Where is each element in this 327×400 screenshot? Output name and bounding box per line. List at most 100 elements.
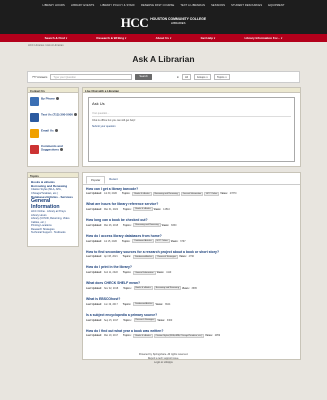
faq-item: How do I access library databases from h… bbox=[83, 232, 300, 248]
contact-label-text: Text Us (713) 300-5000 bbox=[41, 112, 73, 117]
topic-tag[interactable]: Citation Styles (MLA, APA, Chicago/Turab… bbox=[153, 333, 205, 338]
last-updated-date: Jun 19, 2017 bbox=[103, 302, 118, 306]
nav-item[interactable]: Search & Find▾ bbox=[45, 36, 67, 40]
views-count: 27870 bbox=[229, 192, 237, 196]
top-link[interactable]: EQUIPMENT bbox=[268, 4, 284, 7]
top-link[interactable]: LIBRARY POLICY & STAFF bbox=[100, 4, 135, 7]
chevron-down-icon: ▾ bbox=[281, 37, 283, 40]
last-updated-date: Apr 08, 2021 bbox=[103, 255, 118, 259]
faq-question-link[interactable]: How do I find out what year a book was w… bbox=[86, 329, 297, 333]
brand-subname: LIBRARIES bbox=[170, 21, 186, 26]
views-count: 4110 bbox=[166, 271, 172, 275]
topic-tag[interactable]: HCC Online bbox=[204, 191, 220, 196]
top-link[interactable]: STUDENT RESOURCES bbox=[231, 4, 262, 7]
last-updated-date: Jul 30, 2020 bbox=[103, 192, 117, 196]
topic-link[interactable]: General Information bbox=[31, 198, 75, 210]
nav-item[interactable]: Get Help▾ bbox=[201, 36, 216, 40]
topic-tag[interactable]: Borrowing and Renewing bbox=[133, 223, 161, 228]
chevron-down-icon: ▾ bbox=[65, 37, 68, 40]
topic-tag[interactable]: Research Strategies bbox=[155, 254, 179, 259]
views-label: Views: bbox=[155, 302, 163, 306]
info-icon[interactable] bbox=[55, 97, 59, 100]
tab-recent[interactable]: Recent bbox=[105, 176, 122, 184]
faq-question-link[interactable]: How do I print in the library? bbox=[86, 265, 297, 269]
last-updated-label: Last Updated: bbox=[86, 239, 102, 243]
faq-question-link[interactable]: How do I access library databases from h… bbox=[86, 234, 297, 238]
topic-tag[interactable]: HCC Online bbox=[154, 239, 170, 244]
topics-box: Topics Books & eBooks Borrowing and Renew… bbox=[27, 172, 79, 247]
top-link[interactable]: TEXT A LIBRARIAN bbox=[180, 4, 205, 7]
chevron-down-icon: ▾ bbox=[169, 37, 172, 40]
faq-question-link[interactable]: How long can a book be checked out? bbox=[86, 218, 297, 222]
chat-message-field[interactable]: Your question... bbox=[92, 112, 291, 117]
footer-login-link[interactable]: Login to LibApps bbox=[0, 361, 327, 365]
search-label: ??? Answers bbox=[32, 75, 48, 79]
top-link[interactable]: SESSIONS bbox=[211, 4, 225, 7]
contact-item[interactable]: Email Us bbox=[30, 129, 78, 141]
breadcrumb-text[interactable]: HCC Libraries / Ask A Librarian bbox=[28, 44, 64, 47]
topic-tag[interactable]: Research Strategies bbox=[133, 318, 157, 323]
topic-tag[interactable]: Databases/Articles bbox=[133, 302, 155, 307]
topic-tag[interactable]: Databases/Articles bbox=[132, 254, 155, 259]
scope-select[interactable]: All bbox=[182, 74, 191, 80]
info-icon[interactable] bbox=[73, 113, 77, 116]
topic-tag[interactable]: Books & eBooks bbox=[133, 207, 153, 212]
topic-link[interactable]: Technical Support · Textbooks bbox=[31, 231, 75, 235]
info-icon[interactable] bbox=[54, 129, 58, 132]
contact-item[interactable]: Comments and Suggestions bbox=[30, 144, 78, 157]
views-label: Views: bbox=[220, 192, 228, 196]
faq-meta: Last Updated: Mar 19, 2017 Topics: Books & … bbox=[86, 333, 297, 338]
topic-tag[interactable]: General Information bbox=[180, 191, 204, 196]
hcc-logo[interactable]: HCC bbox=[121, 16, 149, 29]
faq-item: How to find secondary sources for a rese… bbox=[83, 248, 300, 264]
info-icon[interactable] bbox=[60, 148, 64, 152]
views-label: Views: bbox=[156, 271, 165, 275]
topics-select[interactable]: Topics ∨ bbox=[214, 74, 230, 80]
faq-question-link[interactable]: What is EBSCOhost? bbox=[86, 297, 297, 301]
last-updated-date: Nov 02, 2018 bbox=[103, 286, 119, 290]
top-link[interactable]: LIBRARY EVENTS bbox=[71, 4, 95, 7]
contact-item[interactable]: Text Us (713) 300-5000 bbox=[30, 113, 78, 125]
contact-item[interactable]: By Phone bbox=[30, 97, 78, 109]
tab-popular[interactable]: Popular bbox=[86, 176, 106, 184]
faq-meta: Last Updated: Nov 02, 2018 Topics: Books & … bbox=[86, 286, 297, 291]
top-link[interactable]: RESERVE PAST COURSE bbox=[141, 4, 174, 7]
last-updated-date: Jul 15, 2020 bbox=[103, 239, 117, 243]
chat-offline-text: Chat is offline but you can still get he… bbox=[92, 119, 136, 122]
chevron-down-icon: ▾ bbox=[125, 37, 127, 40]
contact-item-label: By Phone bbox=[41, 97, 59, 101]
faq-meta: Last Updated: Jul 15, 2020 Topics: Database… bbox=[86, 239, 297, 244]
topic-tag[interactable]: Borrowing and Renewing bbox=[153, 286, 181, 291]
faq-question-link[interactable]: How to find secondary sources for a rese… bbox=[86, 250, 297, 254]
text-message-icon bbox=[30, 113, 39, 122]
page-title: Ask A Librarian bbox=[132, 54, 195, 64]
topic-tag[interactable]: Borrowing and Renewing bbox=[152, 191, 180, 196]
topic-tag[interactable]: Books & eBooks bbox=[133, 286, 153, 291]
topics-label: Topics: bbox=[121, 239, 131, 243]
search-input[interactable]: Type your Question bbox=[50, 74, 133, 80]
faq-question-link[interactable]: Is a subject encyclopedia a primary sour… bbox=[86, 313, 297, 317]
topic-tag[interactable]: Books & eBooks bbox=[132, 191, 152, 196]
submit-question-link[interactable]: Submit your question bbox=[92, 125, 291, 128]
faq-meta: Last Updated: Jul 30, 2020 Topics: Books & … bbox=[86, 191, 297, 196]
search-button[interactable]: Search bbox=[135, 74, 152, 80]
topic-tag[interactable]: Databases/Articles bbox=[132, 239, 154, 244]
nav-item[interactable]: About Us▾ bbox=[156, 36, 172, 40]
faq-question-link[interactable]: How can I get a library barcode? bbox=[86, 187, 297, 191]
faq-item: What is EBSCOhost? Last Updated: Jun 19, 2… bbox=[83, 295, 300, 311]
nav-item-label: Search & Find bbox=[44, 36, 65, 40]
faq-box: Popular Recent How can I get a library ba… bbox=[82, 172, 301, 360]
faq-item: What are hours for library reference ser… bbox=[83, 200, 300, 216]
nav-item[interactable]: Research & Writing▾ bbox=[96, 36, 126, 40]
faq-question-link[interactable]: What are hours for library reference ser… bbox=[86, 202, 297, 206]
top-link[interactable]: LIBRARY HOURS bbox=[42, 4, 64, 7]
nav-item[interactable]: Library Information For...▾ bbox=[245, 36, 283, 40]
topics-label: Topics: bbox=[122, 271, 132, 275]
groups-select[interactable]: Groups ∨ bbox=[193, 74, 212, 80]
faq-item: How can I get a library barcode? Last Upd… bbox=[83, 185, 300, 201]
last-updated-date: Mar 26, 2018 bbox=[103, 223, 119, 227]
search-in-label: in bbox=[176, 75, 179, 79]
faq-question-link[interactable]: What does CHECK SHELF mean? bbox=[86, 281, 297, 285]
topic-tag[interactable]: General Information bbox=[133, 270, 156, 275]
topic-tag[interactable]: Books & eBooks bbox=[133, 333, 153, 338]
